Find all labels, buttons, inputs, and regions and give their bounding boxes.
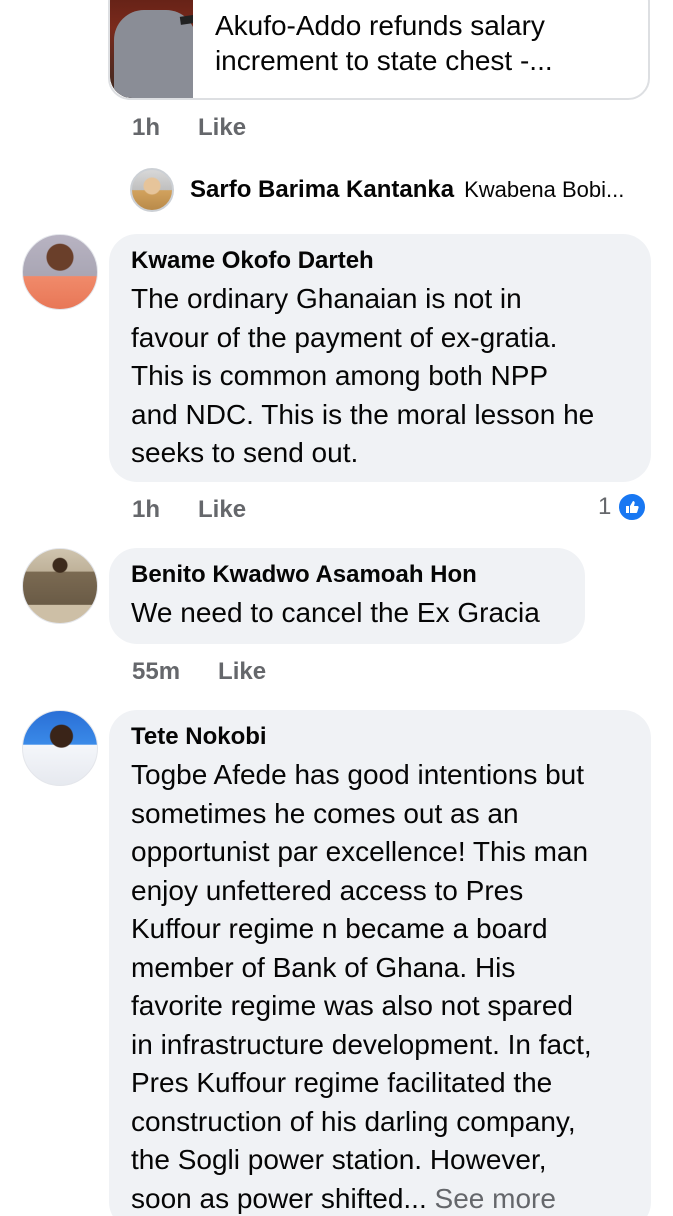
link-preview-thumbnail <box>110 0 193 98</box>
comment-meta: 1h Like <box>132 496 246 524</box>
comments-page: Akufo-Addo refunds salary increment to s… <box>0 0 673 1216</box>
comment-text: The ordinary Ghanaian is not in favour o… <box>131 283 595 468</box>
comment-author[interactable]: Kwame Okofo Darteh <box>131 246 627 276</box>
comment-meta: 1h Like <box>132 114 246 142</box>
comment-time[interactable]: 1h <box>132 114 160 142</box>
comment-meta: 55m Like <box>132 658 266 686</box>
like-button[interactable]: Like <box>218 658 266 686</box>
reply-summary[interactable]: Sarfo Barima Kantanka Kwabena Bobi... <box>130 168 624 212</box>
comment-bubble[interactable]: Benito Kwadwo Asamoah Hon We need to can… <box>109 548 585 644</box>
comment-text: Togbe Afede has good intentions but some… <box>131 756 627 1216</box>
comment-text: We need to cancel the Ex Gracia <box>131 597 540 628</box>
link-preview-card[interactable]: Akufo-Addo refunds salary increment to s… <box>108 0 650 100</box>
reaction-count: 1 <box>598 493 612 520</box>
reaction-summary[interactable]: 1 <box>598 492 648 522</box>
comment-time[interactable]: 55m <box>132 658 180 686</box>
comment-author[interactable]: Tete Nokobi <box>131 722 627 752</box>
avatar[interactable] <box>22 548 98 624</box>
comment: Benito Kwadwo Asamoah Hon We need to can… <box>22 548 585 644</box>
avatar[interactable] <box>22 234 98 310</box>
see-more-link[interactable]: See more <box>427 1183 556 1214</box>
comment-text-body: Togbe Afede has good intentions but some… <box>131 759 592 1214</box>
comment: Tete Nokobi Togbe Afede has good intenti… <box>22 710 651 1216</box>
thumbs-up-icon <box>617 492 648 522</box>
avatar <box>130 168 174 212</box>
comment: Kwame Okofo Darteh The ordinary Ghanaian… <box>22 234 651 482</box>
comment-author[interactable]: Benito Kwadwo Asamoah Hon <box>131 560 561 590</box>
reply-preview: Kwabena Bobi... <box>464 177 625 202</box>
comment-time[interactable]: 1h <box>132 496 160 524</box>
like-button[interactable]: Like <box>198 114 246 142</box>
reply-author: Sarfo Barima Kantanka <box>190 176 455 203</box>
comment-bubble[interactable]: Tete Nokobi Togbe Afede has good intenti… <box>109 710 651 1216</box>
avatar[interactable] <box>22 710 98 786</box>
like-button[interactable]: Like <box>198 496 246 524</box>
comment-bubble[interactable]: Kwame Okofo Darteh The ordinary Ghanaian… <box>109 234 651 482</box>
link-preview-title: Akufo-Addo refunds salary increment to s… <box>214 10 553 76</box>
